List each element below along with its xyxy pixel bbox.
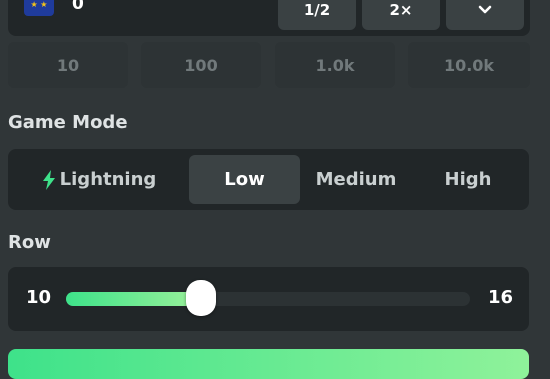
quick-amount-100-button[interactable]: 100: [141, 42, 261, 88]
double-bet-button[interactable]: 2×: [362, 0, 440, 30]
half-bet-button[interactable]: 1/2: [278, 0, 356, 30]
quick-amount-10k-button[interactable]: 10.0k: [408, 42, 530, 88]
row-max-value: 16: [488, 287, 514, 308]
row-slider-fill: [66, 292, 201, 306]
bet-amount-value[interactable]: 0: [72, 0, 84, 15]
row-slider-thumb[interactable]: [185, 280, 216, 316]
eu-flag-stars: ★ ★: [30, 0, 48, 9]
game-mode-label: Game Mode: [8, 112, 128, 133]
mode-high-button[interactable]: High: [412, 155, 524, 204]
quick-amount-10-button[interactable]: 10: [8, 42, 128, 88]
bet-button[interactable]: [8, 349, 529, 379]
chevron-down-icon: [478, 5, 492, 14]
mode-lightning-label: Lightning: [59, 169, 157, 190]
mode-low-button[interactable]: Low: [189, 155, 300, 204]
bet-options-dropdown-button[interactable]: [446, 0, 524, 30]
row-label: Row: [8, 232, 51, 253]
lightning-icon: [42, 169, 55, 190]
mode-medium-button[interactable]: Medium: [300, 155, 412, 204]
mode-lightning-button[interactable]: Lightning: [14, 155, 184, 204]
row-min-value: 10: [26, 287, 52, 308]
quick-amount-1k-button[interactable]: 1.0k: [275, 42, 395, 88]
